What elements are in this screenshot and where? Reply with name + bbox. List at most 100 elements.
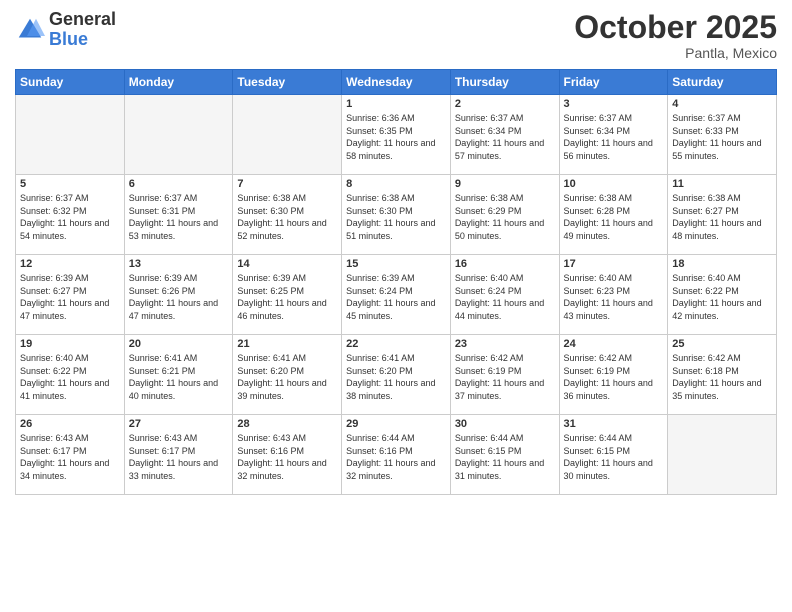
calendar-week-row: 5 Sunrise: 6:37 AMSunset: 6:32 PMDaylight… (16, 175, 777, 255)
day-number: 19 (20, 338, 120, 350)
weekday-header-row: Sunday Monday Tuesday Wednesday Thursday… (16, 70, 777, 95)
day-number: 26 (20, 418, 120, 430)
table-row: 11Sunrise: 6:38 AMSunset: 6:27 PMDayligh… (668, 175, 777, 255)
day-info: Sunrise: 6:38 AMSunset: 6:27 PMDaylight:… (672, 192, 772, 242)
table-row: 10 Sunrise: 6:38 AMSunset: 6:28 PMDayligh… (559, 175, 668, 255)
day-info: Sunrise: 6:41 AMSunset: 6:21 PMDaylight:… (129, 352, 229, 402)
day-info: Sunrise: 6:44 AMSunset: 6:15 PMDaylight:… (455, 432, 555, 482)
day-info: Sunrise: 6:38 AMSunset: 6:30 PMDaylight:… (237, 192, 337, 242)
table-row: 13 Sunrise: 6:39 AMSunset: 6:26 PMDayligh… (124, 255, 233, 335)
header-wednesday: Wednesday (342, 70, 451, 95)
table-row (16, 95, 125, 175)
day-number: 15 (346, 258, 446, 270)
table-row (668, 415, 777, 495)
table-row: 3Sunrise: 6:37 AMSunset: 6:34 PMDaylight… (559, 95, 668, 175)
day-number: 16 (455, 258, 555, 270)
day-number: 28 (237, 418, 337, 430)
table-row: 27 Sunrise: 6:43 AMSunset: 6:17 PMDayligh… (124, 415, 233, 495)
day-number: 14 (237, 258, 337, 270)
table-row: 25 Sunrise: 6:42 AMSunset: 6:18 PMDayligh… (668, 335, 777, 415)
table-row: 19Sunrise: 6:40 AMSunset: 6:22 PMDayligh… (16, 335, 125, 415)
day-info: Sunrise: 6:38 AMSunset: 6:30 PMDaylight:… (346, 192, 446, 242)
header-friday: Friday (559, 70, 668, 95)
day-number: 6 (129, 178, 229, 190)
day-info: Sunrise: 6:37 AMSunset: 6:34 PMDaylight:… (455, 112, 555, 162)
table-row: 22 Sunrise: 6:41 AMSunset: 6:20 PMDayligh… (342, 335, 451, 415)
table-row: 18Sunrise: 6:40 AMSunset: 6:22 PMDayligh… (668, 255, 777, 335)
day-number: 10 (564, 178, 664, 190)
day-number: 7 (237, 178, 337, 190)
table-row: 29Sunrise: 6:44 AMSunset: 6:16 PMDayligh… (342, 415, 451, 495)
day-info: Sunrise: 6:39 AMSunset: 6:25 PMDaylight:… (237, 272, 337, 322)
table-row: 28Sunrise: 6:43 AMSunset: 6:16 PMDayligh… (233, 415, 342, 495)
table-row: 7 Sunrise: 6:38 AMSunset: 6:30 PMDaylight… (233, 175, 342, 255)
table-row: 20Sunrise: 6:41 AMSunset: 6:21 PMDayligh… (124, 335, 233, 415)
day-info: Sunrise: 6:39 AMSunset: 6:26 PMDaylight:… (129, 272, 229, 322)
day-number: 17 (564, 258, 664, 270)
day-number: 21 (237, 338, 337, 350)
table-row: 9Sunrise: 6:38 AMSunset: 6:29 PMDaylight… (450, 175, 559, 255)
location-subtitle: Pantla, Mexico (574, 45, 777, 61)
day-info: Sunrise: 6:42 AMSunset: 6:18 PMDaylight:… (672, 352, 772, 402)
header-monday: Monday (124, 70, 233, 95)
day-number: 29 (346, 418, 446, 430)
day-number: 13 (129, 258, 229, 270)
day-info: Sunrise: 6:39 AMSunset: 6:24 PMDaylight:… (346, 272, 446, 322)
table-row: 12Sunrise: 6:39 AMSunset: 6:27 PMDayligh… (16, 255, 125, 335)
day-number: 18 (672, 258, 772, 270)
day-info: Sunrise: 6:37 AMSunset: 6:33 PMDaylight:… (672, 112, 772, 162)
table-row (233, 95, 342, 175)
table-row: 2 Sunrise: 6:37 AMSunset: 6:34 PMDaylight… (450, 95, 559, 175)
calendar-week-row: 12Sunrise: 6:39 AMSunset: 6:27 PMDayligh… (16, 255, 777, 335)
day-info: Sunrise: 6:41 AMSunset: 6:20 PMDaylight:… (237, 352, 337, 402)
day-number: 1 (346, 98, 446, 110)
day-number: 31 (564, 418, 664, 430)
day-info: Sunrise: 6:38 AMSunset: 6:29 PMDaylight:… (455, 192, 555, 242)
table-row: 16 Sunrise: 6:40 AMSunset: 6:24 PMDayligh… (450, 255, 559, 335)
day-number: 2 (455, 98, 555, 110)
day-info: Sunrise: 6:41 AMSunset: 6:20 PMDaylight:… (346, 352, 446, 402)
header: General Blue October 2025 Pantla, Mexico (15, 10, 777, 61)
header-saturday: Saturday (668, 70, 777, 95)
table-row: 30 Sunrise: 6:44 AMSunset: 6:15 PMDayligh… (450, 415, 559, 495)
table-row (124, 95, 233, 175)
logo-blue-text: Blue (49, 30, 116, 50)
logo-general-text: General (49, 10, 116, 30)
day-number: 23 (455, 338, 555, 350)
calendar-week-row: 19Sunrise: 6:40 AMSunset: 6:22 PMDayligh… (16, 335, 777, 415)
day-number: 5 (20, 178, 120, 190)
table-row: 17Sunrise: 6:40 AMSunset: 6:23 PMDayligh… (559, 255, 668, 335)
calendar-week-row: 26 Sunrise: 6:43 AMSunset: 6:17 PMDayligh… (16, 415, 777, 495)
table-row: 14 Sunrise: 6:39 AMSunset: 6:25 PMDayligh… (233, 255, 342, 335)
day-number: 25 (672, 338, 772, 350)
day-info: Sunrise: 6:37 AMSunset: 6:32 PMDaylight:… (20, 192, 120, 242)
header-thursday: Thursday (450, 70, 559, 95)
day-number: 4 (672, 98, 772, 110)
logo-icon (15, 15, 45, 45)
table-row: 15 Sunrise: 6:39 AMSunset: 6:24 PMDayligh… (342, 255, 451, 335)
day-info: Sunrise: 6:42 AMSunset: 6:19 PMDaylight:… (455, 352, 555, 402)
logo: General Blue (15, 10, 116, 50)
day-number: 24 (564, 338, 664, 350)
day-number: 30 (455, 418, 555, 430)
calendar-week-row: 1Sunrise: 6:36 AMSunset: 6:35 PMDaylight… (16, 95, 777, 175)
table-row: 8 Sunrise: 6:38 AMSunset: 6:30 PMDaylight… (342, 175, 451, 255)
day-number: 27 (129, 418, 229, 430)
day-number: 12 (20, 258, 120, 270)
day-number: 8 (346, 178, 446, 190)
table-row: 24 Sunrise: 6:42 AMSunset: 6:19 PMDayligh… (559, 335, 668, 415)
day-info: Sunrise: 6:43 AMSunset: 6:17 PMDaylight:… (20, 432, 120, 482)
table-row: 23 Sunrise: 6:42 AMSunset: 6:19 PMDayligh… (450, 335, 559, 415)
day-info: Sunrise: 6:40 AMSunset: 6:24 PMDaylight:… (455, 272, 555, 322)
day-info: Sunrise: 6:44 AMSunset: 6:15 PMDaylight:… (564, 432, 664, 482)
day-info: Sunrise: 6:37 AMSunset: 6:31 PMDaylight:… (129, 192, 229, 242)
header-sunday: Sunday (16, 70, 125, 95)
day-info: Sunrise: 6:38 AMSunset: 6:28 PMDaylight:… (564, 192, 664, 242)
day-info: Sunrise: 6:42 AMSunset: 6:19 PMDaylight:… (564, 352, 664, 402)
day-info: Sunrise: 6:43 AMSunset: 6:17 PMDaylight:… (129, 432, 229, 482)
title-block: October 2025 Pantla, Mexico (574, 10, 777, 61)
day-number: 22 (346, 338, 446, 350)
table-row: 26 Sunrise: 6:43 AMSunset: 6:17 PMDayligh… (16, 415, 125, 495)
month-title: October 2025 (574, 10, 777, 45)
table-row: 6 Sunrise: 6:37 AMSunset: 6:31 PMDaylight… (124, 175, 233, 255)
